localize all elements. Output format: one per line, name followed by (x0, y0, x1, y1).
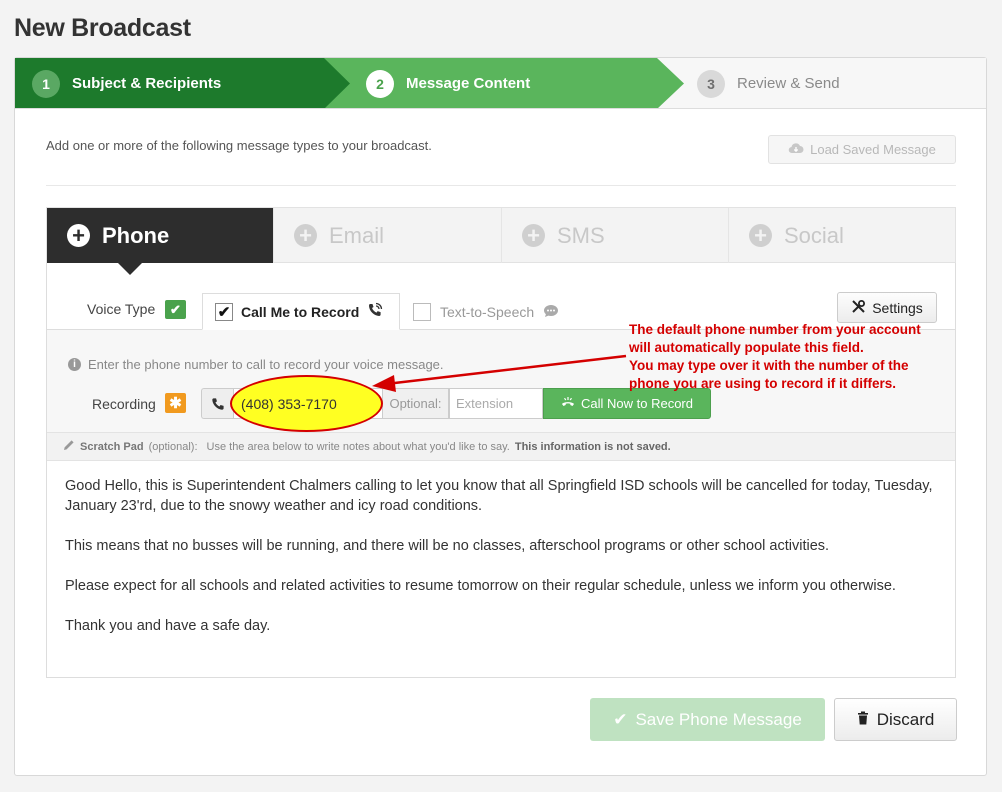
speech-bubble-icon (543, 304, 559, 321)
call-me-checkbox[interactable]: ✔ (215, 302, 233, 321)
broadcast-card: 1 Subject & Recipients 2 Message Content… (14, 57, 987, 776)
text-to-speech-label: Text-to-Speech (440, 304, 535, 320)
trash-icon (857, 710, 869, 730)
annotation-line: phone you are using to record if it diff… (629, 376, 897, 391)
info-icon: i (68, 358, 81, 371)
tab-label: Phone (102, 222, 170, 248)
step-review-send[interactable]: 3 Review & Send (655, 58, 986, 108)
load-saved-message-label: Load Saved Message (810, 142, 936, 157)
scratch-pad-bar: Scratch Pad (optional): Use the area bel… (47, 432, 955, 461)
scratch-pad-title: Scratch Pad (80, 440, 144, 453)
tab-sms[interactable]: + SMS (502, 208, 729, 263)
annotation-line: The default phone number from your accou… (629, 322, 921, 337)
message-type-tabs: + Phone + Email + SMS + Social (46, 207, 956, 263)
annotation-line: You may type over it with the number of … (629, 358, 909, 373)
step-label: Subject & Recipients (72, 75, 222, 92)
phone-number-value[interactable]: (408) 353-7170 (241, 396, 337, 412)
page-title: New Broadcast (14, 14, 191, 42)
step-message-content[interactable]: 2 Message Content (324, 58, 684, 108)
call-now-label: Call Now to Record (581, 396, 693, 411)
check-icon: ✔ (165, 300, 186, 319)
pencil-icon (63, 439, 75, 454)
message-paragraph: Please expect for all schools and relate… (65, 578, 896, 594)
message-paragraph: Good Hello, this is Superintendent Chalm… (65, 478, 933, 514)
intro-text: Add one or more of the following message… (46, 138, 432, 153)
annotation-callout: The default phone number from your accou… (629, 321, 969, 393)
scratch-pad-optional: (optional): (148, 440, 198, 453)
settings-button[interactable]: Settings (837, 292, 937, 323)
phone-ring-icon (561, 396, 575, 412)
save-label: Save Phone Message (635, 709, 802, 729)
cloud-download-icon (788, 142, 804, 157)
tab-label: SMS (557, 222, 605, 248)
message-paragraph: Thank you and have a safe day. (65, 618, 271, 634)
scratch-pad-textarea[interactable]: Good Hello, this is Superintendent Chalm… (65, 476, 935, 656)
call-me-to-record-option[interactable]: ✔ Call Me to Record (202, 293, 400, 330)
plus-circle-icon: + (67, 224, 90, 247)
asterisk-icon: ✱ (165, 393, 186, 413)
message-paragraph: This means that no busses will be runnin… (65, 538, 830, 554)
tab-label: Email (329, 222, 385, 248)
step-label: Message Content (406, 75, 531, 92)
step-number: 1 (32, 69, 60, 98)
step-label: Review & Send (737, 75, 840, 92)
load-saved-message-button[interactable]: Load Saved Message (768, 135, 956, 164)
tab-social[interactable]: + Social (729, 208, 955, 263)
settings-label: Settings (872, 299, 923, 316)
plus-circle-icon: + (522, 224, 545, 247)
scratch-pad-warning: This information is not saved. (514, 440, 671, 453)
tab-label: Social (784, 222, 844, 248)
scratch-pad-hint: Use the area below to write notes about … (206, 440, 510, 453)
step-number: 3 (697, 69, 725, 98)
tab-email[interactable]: + Email (274, 208, 502, 263)
active-tab-pointer (117, 262, 143, 275)
wizard-steps: 1 Subject & Recipients 2 Message Content… (15, 58, 986, 109)
plus-circle-icon: + (749, 224, 772, 247)
phone-waves-icon (367, 302, 383, 321)
step-subject-recipients[interactable]: 1 Subject & Recipients (15, 58, 350, 108)
call-me-label: Call Me to Record (241, 303, 360, 320)
annotation-line: will automatically populate this field. (629, 340, 864, 355)
save-phone-message-button[interactable]: ✔ Save Phone Message (590, 698, 825, 741)
tab-phone[interactable]: + Phone (47, 208, 274, 263)
wrench-icon (851, 299, 866, 317)
text-to-speech-option[interactable]: Text-to-Speech (413, 303, 559, 321)
phone-icon (201, 388, 233, 419)
step-number: 2 (366, 69, 394, 98)
checkmark-icon: ✔ (613, 709, 628, 729)
divider (46, 185, 956, 186)
voice-type-label: Voice Type (87, 301, 156, 317)
plus-circle-icon: + (294, 224, 317, 247)
recording-label: Recording (92, 396, 156, 412)
text-to-speech-checkbox[interactable] (413, 303, 431, 321)
annotation-arrow (372, 354, 627, 392)
discard-label: Discard (876, 709, 935, 729)
discard-button[interactable]: Discard (834, 698, 957, 741)
